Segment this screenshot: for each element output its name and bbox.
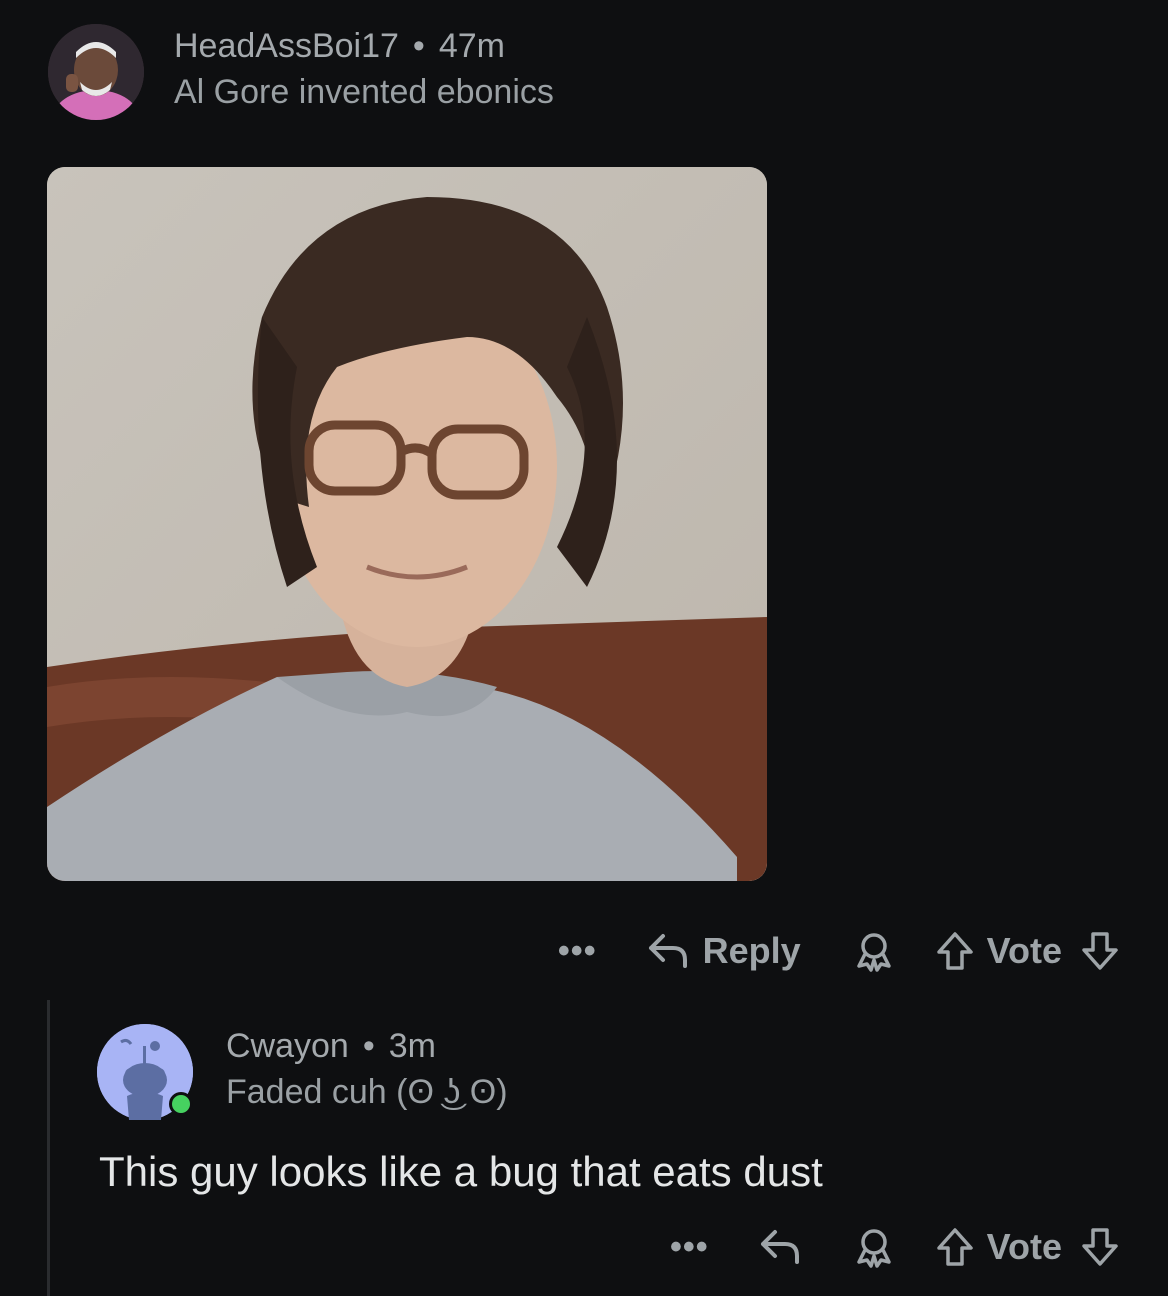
reply-label: Reply <box>702 930 801 971</box>
username[interactable]: HeadAssBoi17 <box>174 27 399 65</box>
vote-control: Vote <box>935 930 1120 972</box>
comment-body: This guy looks like a bug that eats dust <box>99 1148 823 1195</box>
comment-meta: Cwayon • 3m Faded cuh (ʘ ͜ʖ ʘ) <box>226 1026 508 1112</box>
timestamp: 47m <box>438 27 505 65</box>
comment-meta: HeadAssBoi17 • 47m Al Gore invented ebonic… <box>174 26 554 112</box>
reply-arrow-icon <box>760 1230 799 1264</box>
comment-image[interactable] <box>47 167 767 881</box>
online-status-indicator <box>169 1092 193 1116</box>
user-flair: Faded cuh (ʘ ͜ʖ ʘ) <box>226 1073 508 1111</box>
user-avatar-photo-icon <box>48 24 144 120</box>
comment-actions: ••• Reply Vote <box>558 930 1120 972</box>
award-icon <box>856 933 891 972</box>
user-flair: Al Gore invented ebonics <box>174 73 554 111</box>
thread-line[interactable] <box>47 1000 50 1296</box>
award-button[interactable] <box>853 930 895 972</box>
downvote-icon[interactable] <box>1080 1226 1120 1268</box>
vote-label: Vote <box>986 1226 1062 1267</box>
avatar[interactable] <box>97 1024 193 1120</box>
separator-dot: • <box>362 1027 375 1065</box>
reply-button[interactable]: Reply <box>645 930 801 972</box>
selfie-photo-icon <box>47 167 767 881</box>
upvote-icon[interactable] <box>935 930 975 972</box>
upvote-icon[interactable] <box>935 1226 975 1268</box>
separator-dot: • <box>412 27 425 65</box>
comment-thread: HeadAssBoi17 • 47m Al Gore invented ebonic… <box>0 0 1168 1296</box>
timestamp: 3m <box>388 1027 436 1065</box>
award-button[interactable] <box>853 1226 895 1268</box>
more-options-button[interactable]: ••• <box>670 1230 709 1264</box>
vote-label: Vote <box>986 930 1062 971</box>
reply-arrow-icon <box>648 934 687 968</box>
more-options-button[interactable]: ••• <box>558 934 597 968</box>
downvote-icon[interactable] <box>1080 930 1120 972</box>
reply-button[interactable] <box>757 1226 803 1268</box>
comment-actions: ••• Vote <box>670 1226 1120 1268</box>
award-icon <box>856 1229 891 1268</box>
username[interactable]: Cwayon <box>226 1027 349 1065</box>
avatar[interactable] <box>48 24 144 120</box>
vote-control: Vote <box>935 1226 1120 1268</box>
